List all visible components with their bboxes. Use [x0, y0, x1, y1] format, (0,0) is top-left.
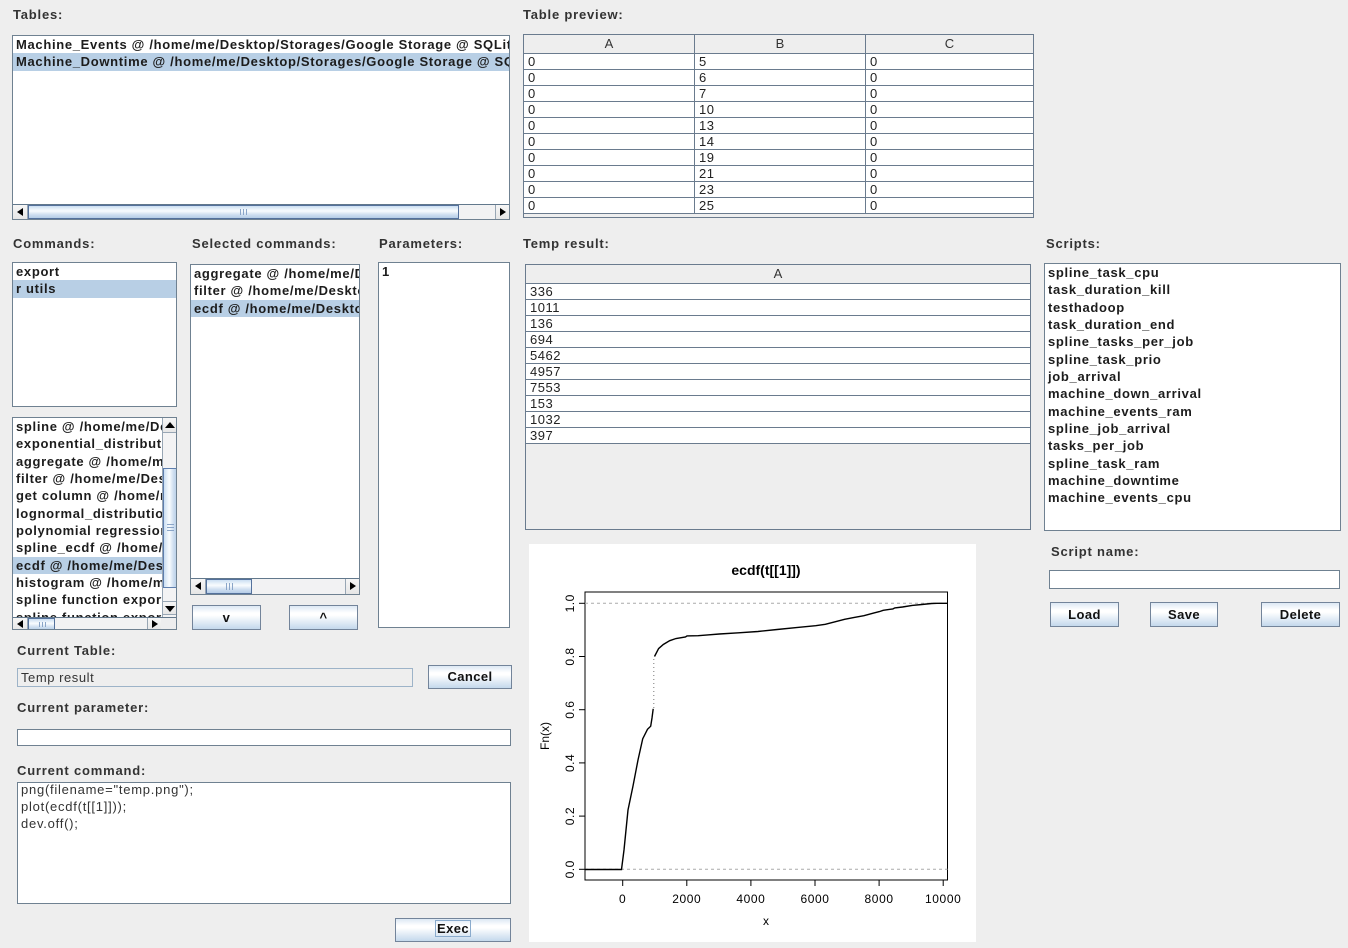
- svg-text:0.6: 0.6: [563, 701, 577, 719]
- svg-text:0.0: 0.0: [563, 860, 577, 878]
- svg-text:2000: 2000: [672, 892, 701, 906]
- svg-text:1.0: 1.0: [563, 594, 577, 612]
- svg-text:Fn(x): Fn(x): [538, 722, 552, 750]
- svg-text:0: 0: [619, 892, 626, 906]
- svg-text:4000: 4000: [736, 892, 765, 906]
- svg-text:10000: 10000: [925, 892, 961, 906]
- svg-text:0.4: 0.4: [563, 754, 577, 772]
- svg-text:6000: 6000: [800, 892, 829, 906]
- svg-text:0.8: 0.8: [563, 647, 577, 665]
- svg-text:ecdf(t[[1]]): ecdf(t[[1]]): [731, 562, 800, 578]
- svg-text:x: x: [763, 914, 769, 928]
- svg-text:8000: 8000: [865, 892, 894, 906]
- svg-text:0.2: 0.2: [563, 807, 577, 825]
